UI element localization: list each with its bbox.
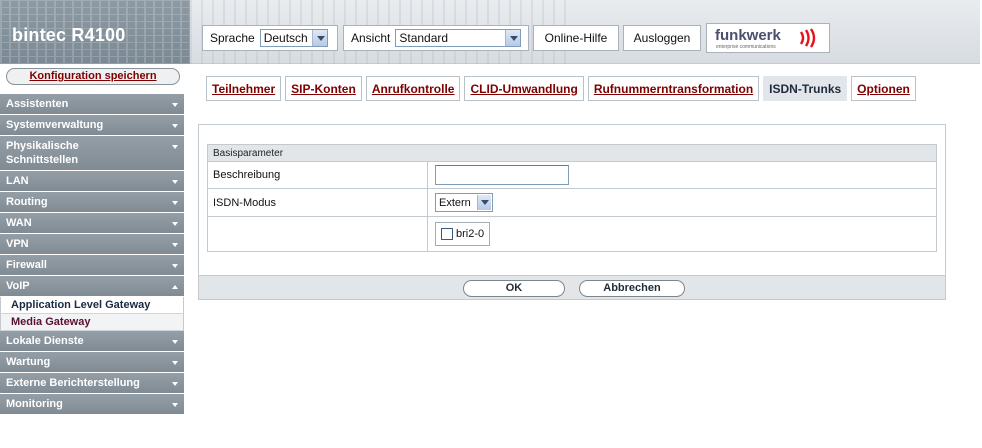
sidebar-item-wartung[interactable]: Wartung — [0, 352, 184, 373]
description-label: Beschreibung — [213, 169, 281, 181]
tab-teilnehmer[interactable]: Teilnehmer — [206, 76, 282, 101]
chevron-up-icon — [172, 285, 178, 289]
basisparameter-section: Basisparameter Beschreibung ISDN-Modus E… — [207, 144, 937, 252]
chevron-down-icon — [172, 243, 178, 247]
sidebar-item-lokale-dienste[interactable]: Lokale Dienste — [0, 331, 184, 352]
sidebar-item-voip[interactable]: VoIP — [0, 276, 184, 297]
sidebar: Konfiguration speichern Assistenten Syst… — [0, 64, 190, 448]
bri2-0-checkbox[interactable] — [441, 228, 453, 240]
description-input[interactable] — [435, 165, 569, 185]
chevron-down-icon — [172, 340, 178, 344]
sidebar-item-assistenten[interactable]: Assistenten — [0, 94, 184, 115]
online-help-button[interactable]: Online-Hilfe — [533, 25, 619, 51]
device-title: bintec R4100 — [12, 25, 126, 45]
chevron-down-icon — [172, 103, 178, 107]
tab-optionen[interactable]: Optionen — [851, 76, 916, 101]
section-title: Basisparameter — [213, 147, 284, 159]
sidebar-item-physikalische-schnittstellen[interactable]: Physikalische Schnittstellen — [0, 136, 184, 171]
isdn-mode-label: ISDN-Modus — [213, 196, 276, 209]
tab-rufnummerntransformation[interactable]: Rufnummerntransformation — [587, 76, 760, 101]
view-select[interactable]: Standard — [395, 29, 521, 47]
sidebar-item-routing[interactable]: Routing — [0, 192, 184, 213]
tab-isdn-trunks[interactable]: ISDN-Trunks — [763, 76, 848, 101]
sidebar-item-externe-berichterstellung[interactable]: Externe Berichterstellung — [0, 373, 184, 394]
chevron-down-icon — [172, 403, 178, 407]
sidebar-item-vpn[interactable]: VPN — [0, 234, 184, 255]
language-control: Sprache Deutsch — [202, 25, 338, 51]
interface-checkbox-group: bri2-0 — [435, 222, 491, 246]
chevron-down-icon — [172, 180, 178, 184]
isdn-mode-select[interactable]: Extern — [435, 193, 493, 212]
interface-row: bri2-0 — [208, 217, 936, 251]
logo-subtext: enterprise communications — [716, 44, 776, 50]
sidebar-item-systemverwaltung[interactable]: Systemverwaltung — [0, 115, 184, 136]
ok-button[interactable]: OK — [463, 280, 565, 297]
save-configuration-button[interactable]: Konfiguration speichern — [6, 68, 180, 85]
funkwerk-logo: funkwerk enterprise communications — [706, 23, 830, 53]
tab-sip-konten[interactable]: SIP-Konten — [285, 76, 362, 101]
header: bintec R4100 Sprache Deutsch Ansicht Sta… — [0, 0, 982, 64]
form-panel: Basisparameter Beschreibung ISDN-Modus E… — [198, 124, 946, 300]
section-header: Basisparameter — [208, 145, 936, 162]
chevron-down-icon — [476, 195, 491, 210]
language-select[interactable]: Deutsch — [259, 29, 328, 47]
tab-anrufkontrolle[interactable]: Anrufkontrolle — [365, 76, 461, 101]
sidebar-nav: Assistenten Systemverwaltung Physikalisc… — [0, 94, 184, 415]
bri2-0-label: bri2-0 — [456, 228, 485, 240]
chevron-down-icon — [172, 222, 178, 226]
chevron-down-icon — [172, 145, 178, 149]
logo-text: funkwerk — [715, 27, 781, 44]
sidebar-item-wan[interactable]: WAN — [0, 213, 184, 234]
top-toolbar: Sprache Deutsch Ansicht Standard Online-… — [190, 0, 980, 64]
sidebar-item-firewall[interactable]: Firewall — [0, 255, 184, 276]
sidebar-subitem-media-gateway[interactable]: Media Gateway — [0, 314, 184, 331]
sidebar-subitem-application-level-gateway[interactable]: Application Level Gateway — [0, 297, 184, 314]
chevron-down-icon — [505, 30, 520, 46]
tab-clid-umwandlung[interactable]: CLID-Umwandlung — [464, 76, 584, 101]
sidebar-item-monitoring[interactable]: Monitoring — [0, 394, 184, 415]
description-row: Beschreibung — [208, 162, 936, 189]
form-actions: OK Abbrechen — [199, 275, 945, 299]
language-label: Sprache — [210, 31, 255, 45]
chevron-down-icon — [172, 361, 178, 365]
brand-area: bintec R4100 — [0, 0, 190, 64]
logout-button[interactable]: Ausloggen — [623, 25, 701, 51]
tab-bar: Teilnehmer SIP-Konten Anrufkontrolle CLI… — [206, 76, 920, 101]
sidebar-item-lan[interactable]: LAN — [0, 171, 184, 192]
chevron-down-icon — [172, 201, 178, 205]
isdn-mode-row: ISDN-Modus Extern — [208, 189, 936, 217]
view-label: Ansicht — [351, 31, 391, 45]
chevron-down-icon — [172, 124, 178, 128]
waves-icon — [799, 28, 816, 48]
view-control: Ansicht Standard — [343, 25, 529, 51]
chevron-down-icon — [172, 382, 178, 386]
chevron-down-icon — [172, 264, 178, 268]
chevron-down-icon — [311, 30, 327, 46]
cancel-button[interactable]: Abbrechen — [579, 280, 685, 297]
